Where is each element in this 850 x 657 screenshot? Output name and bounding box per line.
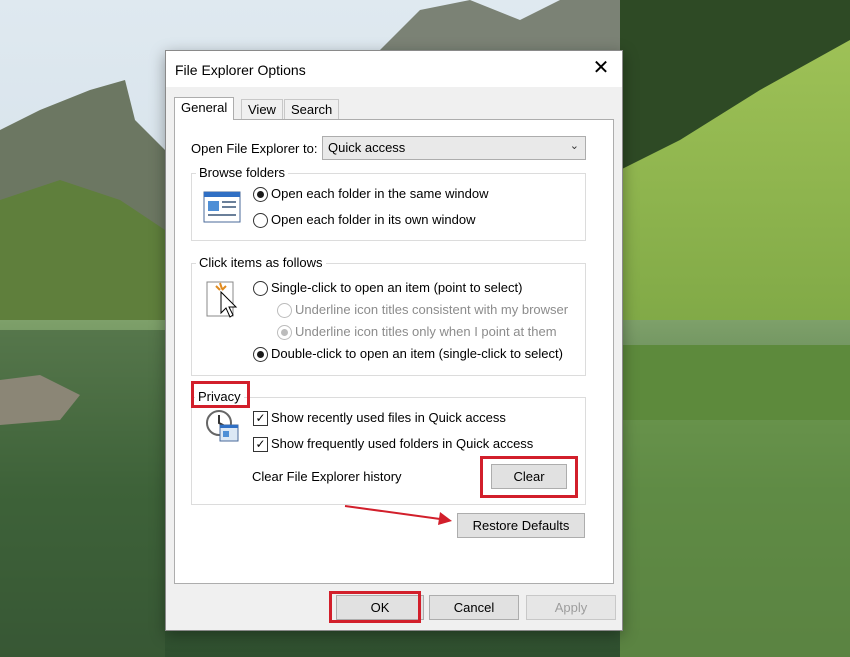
clear-history-label: Clear File Explorer history (252, 469, 402, 484)
recent-files-label: Show recently used files in Quick access (271, 410, 506, 425)
open-to-label: Open File Explorer to: (191, 141, 318, 156)
browse-folders-group (191, 173, 586, 241)
restore-defaults-button[interactable]: Restore Defaults (457, 513, 585, 538)
browse-folders-title: Browse folders (196, 165, 288, 180)
dialog-title: File Explorer Options (175, 62, 306, 78)
same-window-label: Open each folder in the same window (271, 186, 489, 201)
arrow-annotation-icon (344, 505, 452, 525)
clock-files-icon (206, 410, 239, 442)
open-to-value: Quick access (328, 140, 406, 155)
chevron-down-icon: ⌄ (569, 140, 579, 152)
tab-search[interactable]: Search (284, 99, 340, 120)
file-explorer-options-dialog: File Explorer Options ✕ General View Sea… (165, 50, 623, 631)
clear-button[interactable]: Clear (491, 464, 567, 489)
open-to-dropdown[interactable]: Quick access ⌄ (322, 136, 586, 160)
underline-point-radio[interactable] (277, 325, 292, 340)
frequent-folders-label: Show frequently used folders in Quick ac… (271, 436, 534, 451)
click-items-title: Click items as follows (196, 255, 326, 270)
own-window-label: Open each folder in its own window (271, 212, 476, 227)
double-click-label: Double-click to open an item (single-cli… (271, 346, 563, 361)
ok-button[interactable]: OK (336, 595, 424, 620)
same-window-radio[interactable] (253, 187, 268, 202)
window-icon (203, 191, 241, 223)
apply-button[interactable]: Apply (526, 595, 616, 620)
tab-view[interactable]: View (241, 99, 283, 120)
underline-browser-label: Underline icon titles consistent with my… (295, 302, 569, 317)
tab-general[interactable]: General (174, 97, 235, 120)
privacy-title: Privacy (195, 389, 244, 404)
recent-files-checkbox[interactable]: ✓ (253, 411, 268, 426)
cancel-button[interactable]: Cancel (429, 595, 519, 620)
frequent-folders-checkbox[interactable]: ✓ (253, 437, 268, 452)
underline-point-label: Underline icon titles only when I point … (295, 324, 557, 339)
own-window-radio[interactable] (253, 213, 268, 228)
close-icon[interactable]: ✕ (590, 57, 612, 79)
single-click-radio[interactable] (253, 281, 268, 296)
pointer-click-icon (206, 281, 238, 318)
double-click-radio[interactable] (253, 347, 268, 362)
underline-browser-radio[interactable] (277, 303, 292, 318)
single-click-label: Single-click to open an item (point to s… (271, 280, 523, 295)
title-bar: File Explorer Options ✕ (166, 51, 622, 87)
